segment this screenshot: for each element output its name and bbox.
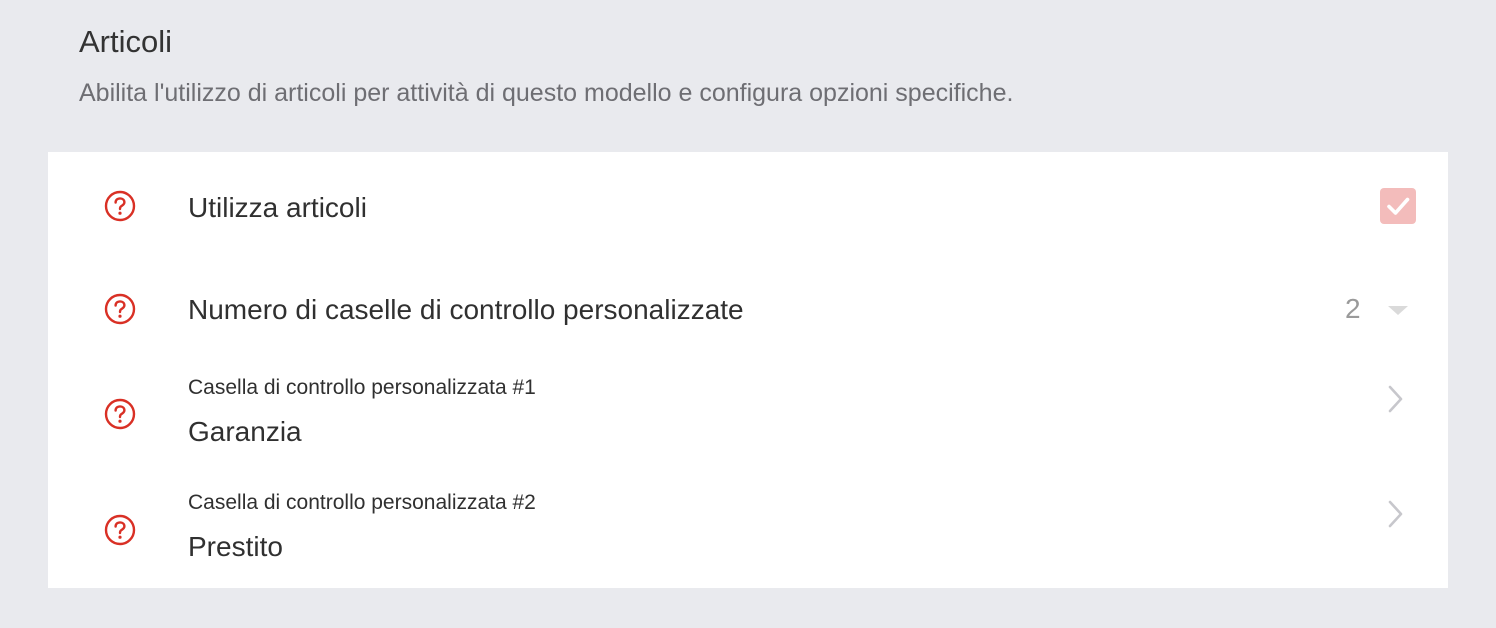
- chevron-down-icon[interactable]: [1388, 306, 1408, 315]
- section-description: Abilita l'utilizzo di articoli per attiv…: [79, 79, 1014, 107]
- custom-checkbox-2-row[interactable]: Casella di controllo personalizzata #2 P…: [48, 472, 1448, 588]
- use-items-label: Utilizza articoli: [188, 192, 367, 223]
- help-icon[interactable]: [104, 190, 136, 222]
- chevron-right-icon[interactable]: [1386, 499, 1406, 529]
- use-items-row[interactable]: Utilizza articoli: [48, 152, 1448, 256]
- custom-checkbox-2-label: Casella di controllo personalizzata #2: [188, 491, 536, 514]
- chevron-right-icon[interactable]: [1386, 384, 1406, 414]
- use-items-checkbox[interactable]: [1380, 188, 1416, 224]
- custom-checkbox-1-row[interactable]: Casella di controllo personalizzata #1 G…: [48, 356, 1448, 472]
- section-title: Articoli: [79, 24, 173, 59]
- custom-checkbox-count-row[interactable]: Numero di caselle di controllo personali…: [48, 256, 1448, 356]
- help-icon[interactable]: [104, 514, 136, 546]
- help-icon[interactable]: [104, 398, 136, 430]
- custom-checkbox-count-value[interactable]: 2: [1345, 293, 1361, 325]
- help-icon[interactable]: [104, 293, 136, 325]
- custom-checkbox-count-label: Numero di caselle di controllo personali…: [188, 294, 744, 325]
- custom-checkbox-1-value: Garanzia: [188, 416, 302, 447]
- custom-checkbox-1-label: Casella di controllo personalizzata #1: [188, 376, 536, 399]
- check-icon: [1387, 197, 1410, 215]
- settings-card: Utilizza articoli Numero di caselle di c…: [48, 152, 1448, 588]
- custom-checkbox-2-value: Prestito: [188, 531, 283, 562]
